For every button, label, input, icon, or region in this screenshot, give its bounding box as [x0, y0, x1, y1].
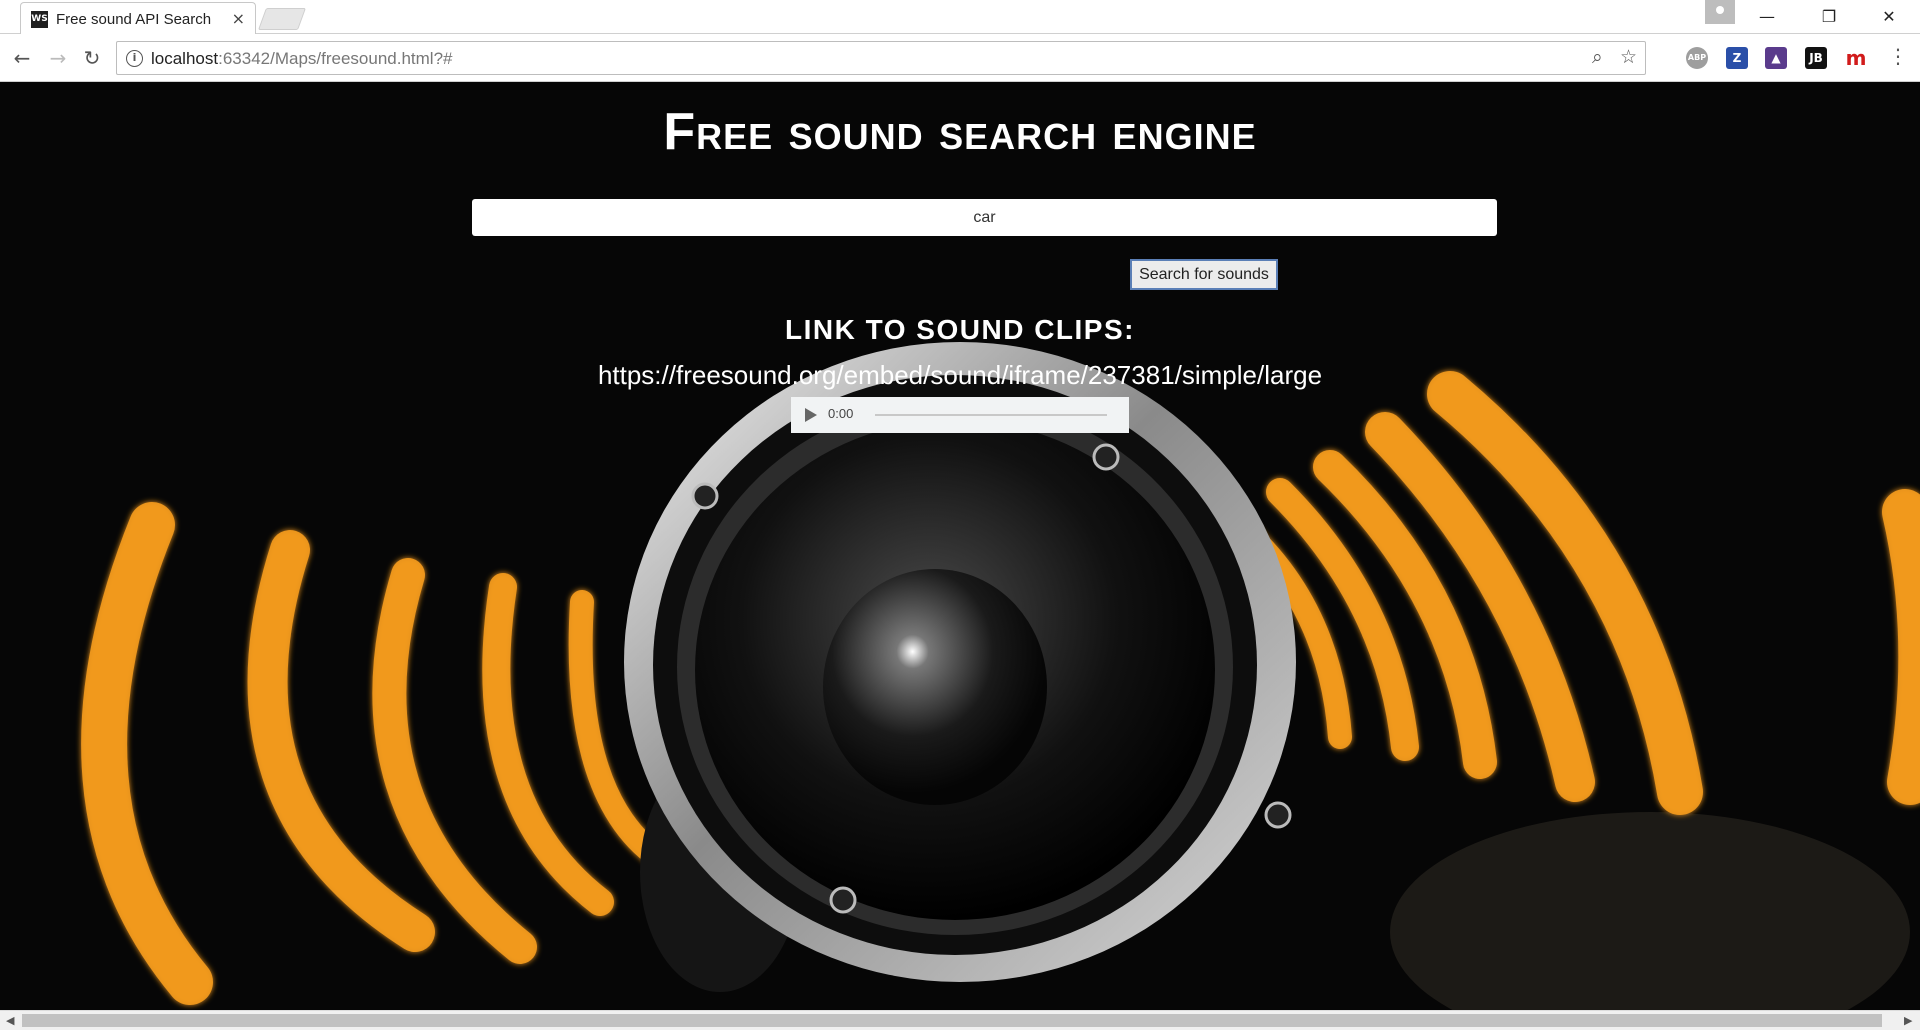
- profile-icon[interactable]: [1705, 0, 1735, 24]
- jetbrains-extension-icon[interactable]: JB: [1805, 47, 1827, 69]
- search-input[interactable]: [472, 199, 1497, 236]
- minimize-button[interactable]: —: [1744, 4, 1790, 30]
- mendeley-extension-icon[interactable]: m: [1845, 47, 1867, 69]
- menu-icon[interactable]: ⋮: [1888, 44, 1908, 68]
- play-icon[interactable]: [805, 408, 817, 422]
- browser-toolbar: ← → ↻ i localhost:63342/Maps/freesound.h…: [0, 34, 1920, 82]
- close-window-button[interactable]: ✕: [1866, 4, 1912, 30]
- player-time: 0:00: [828, 406, 854, 421]
- color-extension-icon[interactable]: ▲: [1765, 47, 1787, 69]
- tab-freesound[interactable]: WS Free sound API Search ×: [20, 2, 256, 34]
- page-title: Free sound search engine: [663, 103, 1257, 161]
- maximize-button[interactable]: ❐: [1806, 4, 1852, 30]
- adblock-plus-extension-icon[interactable]: ABP: [1686, 47, 1708, 69]
- new-tab-button[interactable]: [257, 8, 307, 30]
- page-viewport: Free sound search engine Search for soun…: [0, 82, 1920, 1010]
- info-icon[interactable]: i: [126, 50, 143, 67]
- player-progress-bar[interactable]: [875, 414, 1107, 416]
- tab-title: Free sound API Search: [56, 11, 212, 28]
- scrollbar-thumb[interactable]: [22, 1014, 1882, 1027]
- forward-button[interactable]: →: [44, 44, 72, 72]
- url-text[interactable]: localhost:63342/Maps/freesound.html?#: [151, 49, 452, 69]
- back-button[interactable]: ←: [8, 44, 36, 72]
- audio-player[interactable]: 0:00: [791, 397, 1129, 433]
- sound-clip-link[interactable]: https://freesound.org/embed/sound/iframe…: [0, 360, 1920, 391]
- url-path: :63342/Maps/freesound.html?#: [218, 49, 453, 68]
- tab-close-icon[interactable]: ×: [232, 9, 245, 28]
- zotero-extension-icon[interactable]: Z: [1726, 47, 1748, 69]
- search-for-sounds-button[interactable]: Search for sounds: [1130, 259, 1278, 290]
- scroll-left-icon[interactable]: ◀: [6, 1014, 14, 1027]
- reload-button[interactable]: ↻: [78, 44, 106, 72]
- address-bar[interactable]: i localhost:63342/Maps/freesound.html?# …: [116, 41, 1646, 75]
- webstorm-favicon-icon: WS: [31, 11, 48, 28]
- sound-clips-heading: LINK TO SOUND CLIPS:: [785, 314, 1135, 345]
- zoom-icon[interactable]: ⌕: [1592, 46, 1603, 68]
- tab-strip: WS Free sound API Search × — ❐ ✕: [0, 0, 1920, 34]
- scroll-right-icon[interactable]: ▶: [1904, 1014, 1912, 1027]
- page-content: Free sound search engine Search for soun…: [0, 82, 1920, 1010]
- url-host: localhost: [151, 49, 219, 68]
- horizontal-scrollbar[interactable]: ◀ ▶: [0, 1010, 1920, 1030]
- bookmark-star-icon[interactable]: ☆: [1620, 46, 1637, 68]
